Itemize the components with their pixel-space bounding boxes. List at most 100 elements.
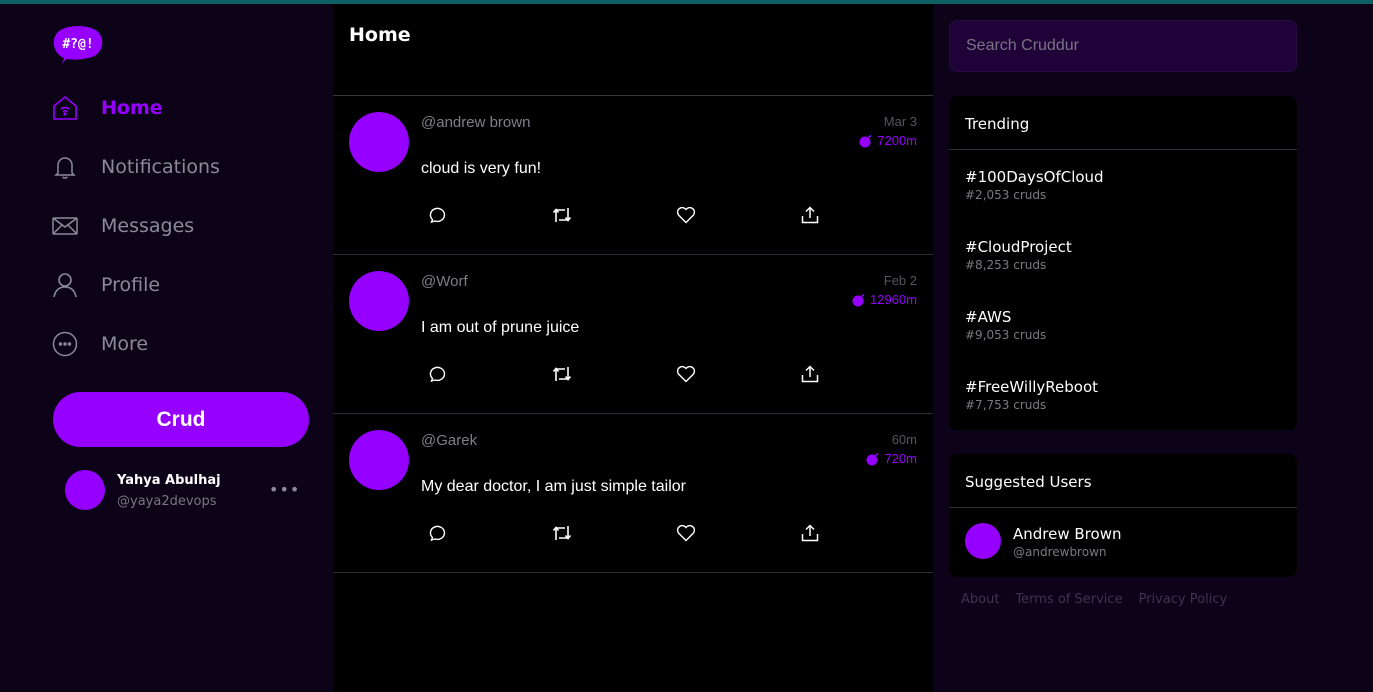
activity-item[interactable]: @Garek My dear doctor, I am just simple … [333, 414, 933, 573]
home-icon [52, 95, 78, 121]
share-button[interactable] [799, 522, 821, 544]
reply-button[interactable] [427, 522, 449, 544]
post-expires: 12960m [851, 292, 917, 307]
trending-box: Trending #100DaysOfCloud #2,053 cruds #C… [949, 96, 1297, 430]
avatar[interactable] [349, 430, 409, 490]
repost-icon [552, 208, 572, 222]
nav-label: Profile [101, 274, 161, 296]
avatar [965, 523, 1001, 559]
avatar [65, 470, 105, 510]
post-message: My dear doctor, I am just simple tailor [421, 478, 686, 495]
trending-item[interactable]: #AWS #9,053 cruds [965, 308, 1046, 342]
reply-icon [429, 207, 446, 224]
suggested-user[interactable]: Andrew Brown @andrewbrown [965, 523, 1265, 561]
nav-item-messages[interactable]: Messages [52, 206, 194, 246]
page-title: Home [349, 24, 411, 46]
about-link[interactable]: About [961, 592, 999, 607]
profile-widget[interactable]: Yahya Abulhaj @yaya2devops ••• [65, 470, 305, 512]
activity-item[interactable]: @andrew brown cloud is very fun! Mar 3 7… [333, 96, 933, 255]
avatar[interactable] [349, 271, 409, 331]
post-created-time: Mar 3 [883, 114, 917, 129]
post-actions [427, 204, 827, 228]
post-expires-text: 12960m [870, 292, 917, 307]
post-actions [427, 522, 827, 546]
footer-links: About Terms of Service Privacy Policy [961, 592, 1227, 607]
reply-button[interactable] [427, 204, 449, 226]
trending-tag: #FreeWillyReboot [965, 378, 1099, 396]
nav-item-profile[interactable]: Profile [52, 265, 160, 305]
post-handle[interactable]: @Garek [421, 432, 477, 449]
heart-icon [676, 206, 696, 224]
trending-tag: #CloudProject [965, 238, 1072, 256]
post-expires: 720m [865, 451, 917, 466]
reply-button[interactable] [427, 363, 449, 385]
feed: Home @andrew brown cloud is very fun! Ma… [333, 4, 933, 692]
logo-text: #?@! [62, 37, 93, 52]
more-circle-icon [52, 331, 78, 357]
trending-item[interactable]: #CloudProject #8,253 cruds [965, 238, 1072, 272]
trending-item[interactable]: #100DaysOfCloud #2,053 cruds [965, 168, 1104, 202]
feed-header: Home [333, 4, 933, 96]
bomb-icon [866, 452, 879, 465]
post-handle[interactable]: @andrew brown [421, 114, 530, 131]
activity-item[interactable]: @Worf I am out of prune juice Feb 2 1296… [333, 255, 933, 414]
bomb-icon [859, 134, 872, 147]
share-icon [801, 365, 819, 383]
avatar[interactable] [349, 112, 409, 172]
trending-title: Trending [949, 96, 1297, 150]
share-icon [801, 206, 819, 224]
post-actions [427, 363, 827, 387]
repost-icon [552, 526, 572, 540]
trending-count: #8,253 cruds [965, 258, 1047, 272]
search-input[interactable] [949, 20, 1297, 72]
post-message: cloud is very fun! [421, 160, 542, 177]
reply-icon [429, 525, 446, 542]
share-button[interactable] [799, 363, 821, 385]
suggested-user-handle: @andrewbrown [1013, 545, 1107, 559]
share-icon [801, 524, 819, 542]
repost-button[interactable] [551, 363, 573, 385]
post-expires: 7200m [858, 133, 917, 148]
trending-tag: #100DaysOfCloud [965, 168, 1104, 186]
post-expires-text: 720m [884, 451, 917, 466]
envelope-icon [52, 213, 78, 239]
repost-button[interactable] [551, 204, 573, 226]
like-button[interactable] [675, 522, 697, 544]
repost-icon [552, 367, 572, 381]
post-expires-text: 7200m [877, 133, 917, 148]
post-created-time: Feb 2 [883, 273, 917, 288]
heart-icon [676, 524, 696, 542]
nav-label: Home [101, 97, 163, 119]
trending-tag: #AWS [965, 308, 1012, 326]
heart-icon [676, 365, 696, 383]
terms-link[interactable]: Terms of Service [1015, 592, 1122, 607]
reply-icon [429, 366, 446, 383]
trending-count: #7,753 cruds [965, 398, 1047, 412]
nav-item-more[interactable]: More [52, 324, 148, 364]
nav-label: Messages [101, 215, 195, 237]
profile-more-button[interactable]: ••• [269, 480, 300, 499]
privacy-link[interactable]: Privacy Policy [1139, 592, 1228, 607]
nav-item-home[interactable]: Home [52, 88, 163, 128]
trending-item[interactable]: #FreeWillyReboot #7,753 cruds [965, 378, 1098, 412]
cruddur-logo[interactable]: #?@! [52, 24, 104, 68]
nav-label: Notifications [101, 156, 220, 178]
post-message: I am out of prune juice [421, 319, 580, 336]
post-created-time: 60m [891, 432, 917, 447]
crud-button[interactable]: Crud [53, 392, 309, 447]
share-button[interactable] [799, 204, 821, 226]
suggested-users-box: Suggested Users Andrew Brown @andrewbrow… [949, 454, 1297, 577]
bell-icon [52, 154, 78, 180]
post-handle[interactable]: @Worf [421, 273, 468, 290]
repost-button[interactable] [551, 522, 573, 544]
nav-item-notifications[interactable]: Notifications [52, 147, 220, 187]
nav-label: More [101, 333, 149, 355]
bomb-icon [852, 293, 865, 306]
trending-count: #2,053 cruds [965, 188, 1047, 202]
like-button[interactable] [675, 363, 697, 385]
suggested-title: Suggested Users [949, 454, 1297, 508]
like-button[interactable] [675, 204, 697, 226]
profile-name: Yahya Abulhaj [117, 473, 221, 488]
user-icon [52, 272, 78, 298]
suggested-user-name: Andrew Brown [1013, 525, 1122, 543]
